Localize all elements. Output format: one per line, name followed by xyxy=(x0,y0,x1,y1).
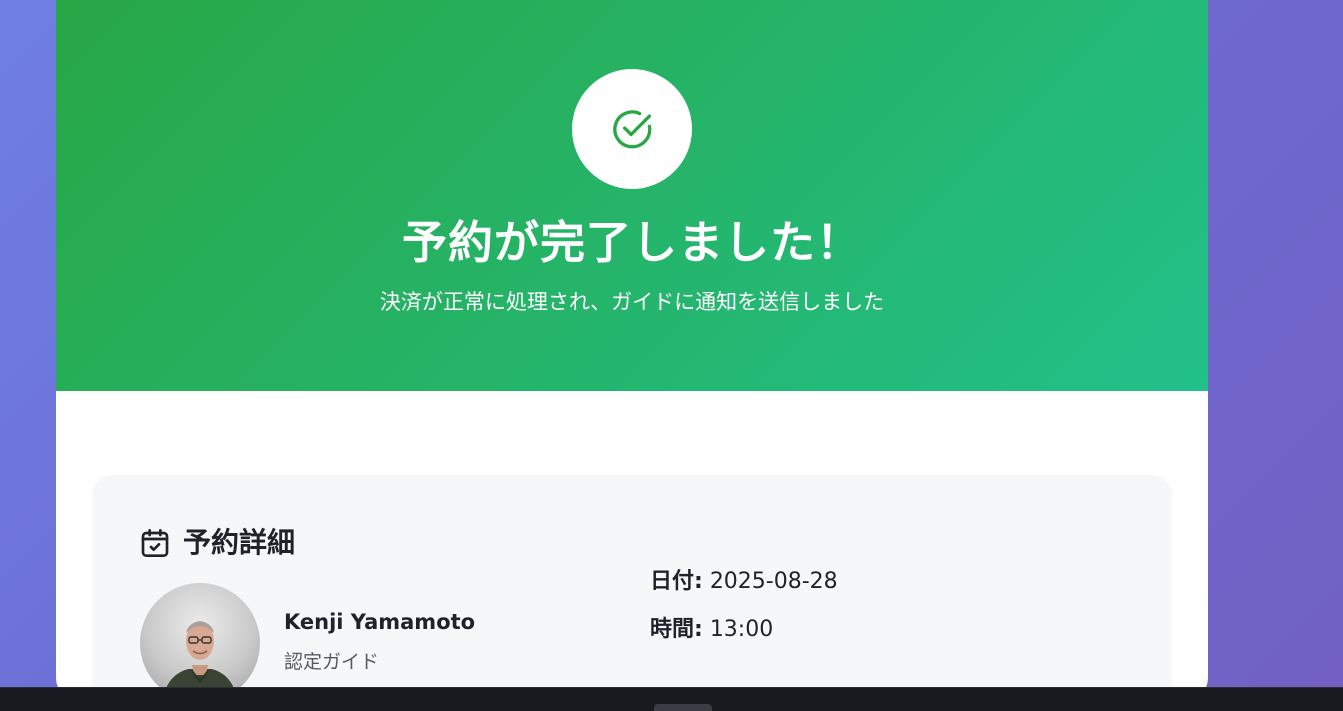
page-title: 予約が完了しました！ xyxy=(401,216,862,269)
guide-role: 認定ガイド xyxy=(284,651,380,673)
guide-avatar xyxy=(140,583,260,700)
booking-details-heading: 予約詳細 xyxy=(139,523,295,563)
os-taskbar xyxy=(0,687,1343,711)
calendar-check-icon xyxy=(141,529,169,557)
success-banner: 予約が完了しました！ 決済が正常に処理され、ガイドに通知を送信しました xyxy=(56,0,1208,391)
date-label: 日付: xyxy=(650,569,703,594)
booking-confirmation-card: 予約が完了しました！ 決済が正常に処理され、ガイドに通知を送信しました 予約詳細 xyxy=(56,0,1208,700)
booking-date-row: 日付: 2025-08-28 xyxy=(650,565,838,599)
booking-time-row: 時間: 13:00 xyxy=(650,613,773,647)
time-label: 時間: xyxy=(650,617,703,642)
time-value: 13:00 xyxy=(709,617,774,642)
guide-name: Kenji Yamamoto xyxy=(284,610,476,634)
booking-details-panel: 予約詳細 Kenji Yamamoto 認定ガイド 日付: 2025-08-28… xyxy=(92,475,1172,700)
guide-photo xyxy=(162,621,238,700)
taskbar-app-button[interactable] xyxy=(654,704,712,711)
booking-details-title: 予約詳細 xyxy=(183,526,296,559)
date-value: 2025-08-28 xyxy=(709,569,838,594)
check-circle-icon xyxy=(613,110,652,149)
page-subtitle: 決済が正常に処理され、ガイドに通知を送信しました xyxy=(379,290,885,314)
success-badge xyxy=(572,69,692,189)
